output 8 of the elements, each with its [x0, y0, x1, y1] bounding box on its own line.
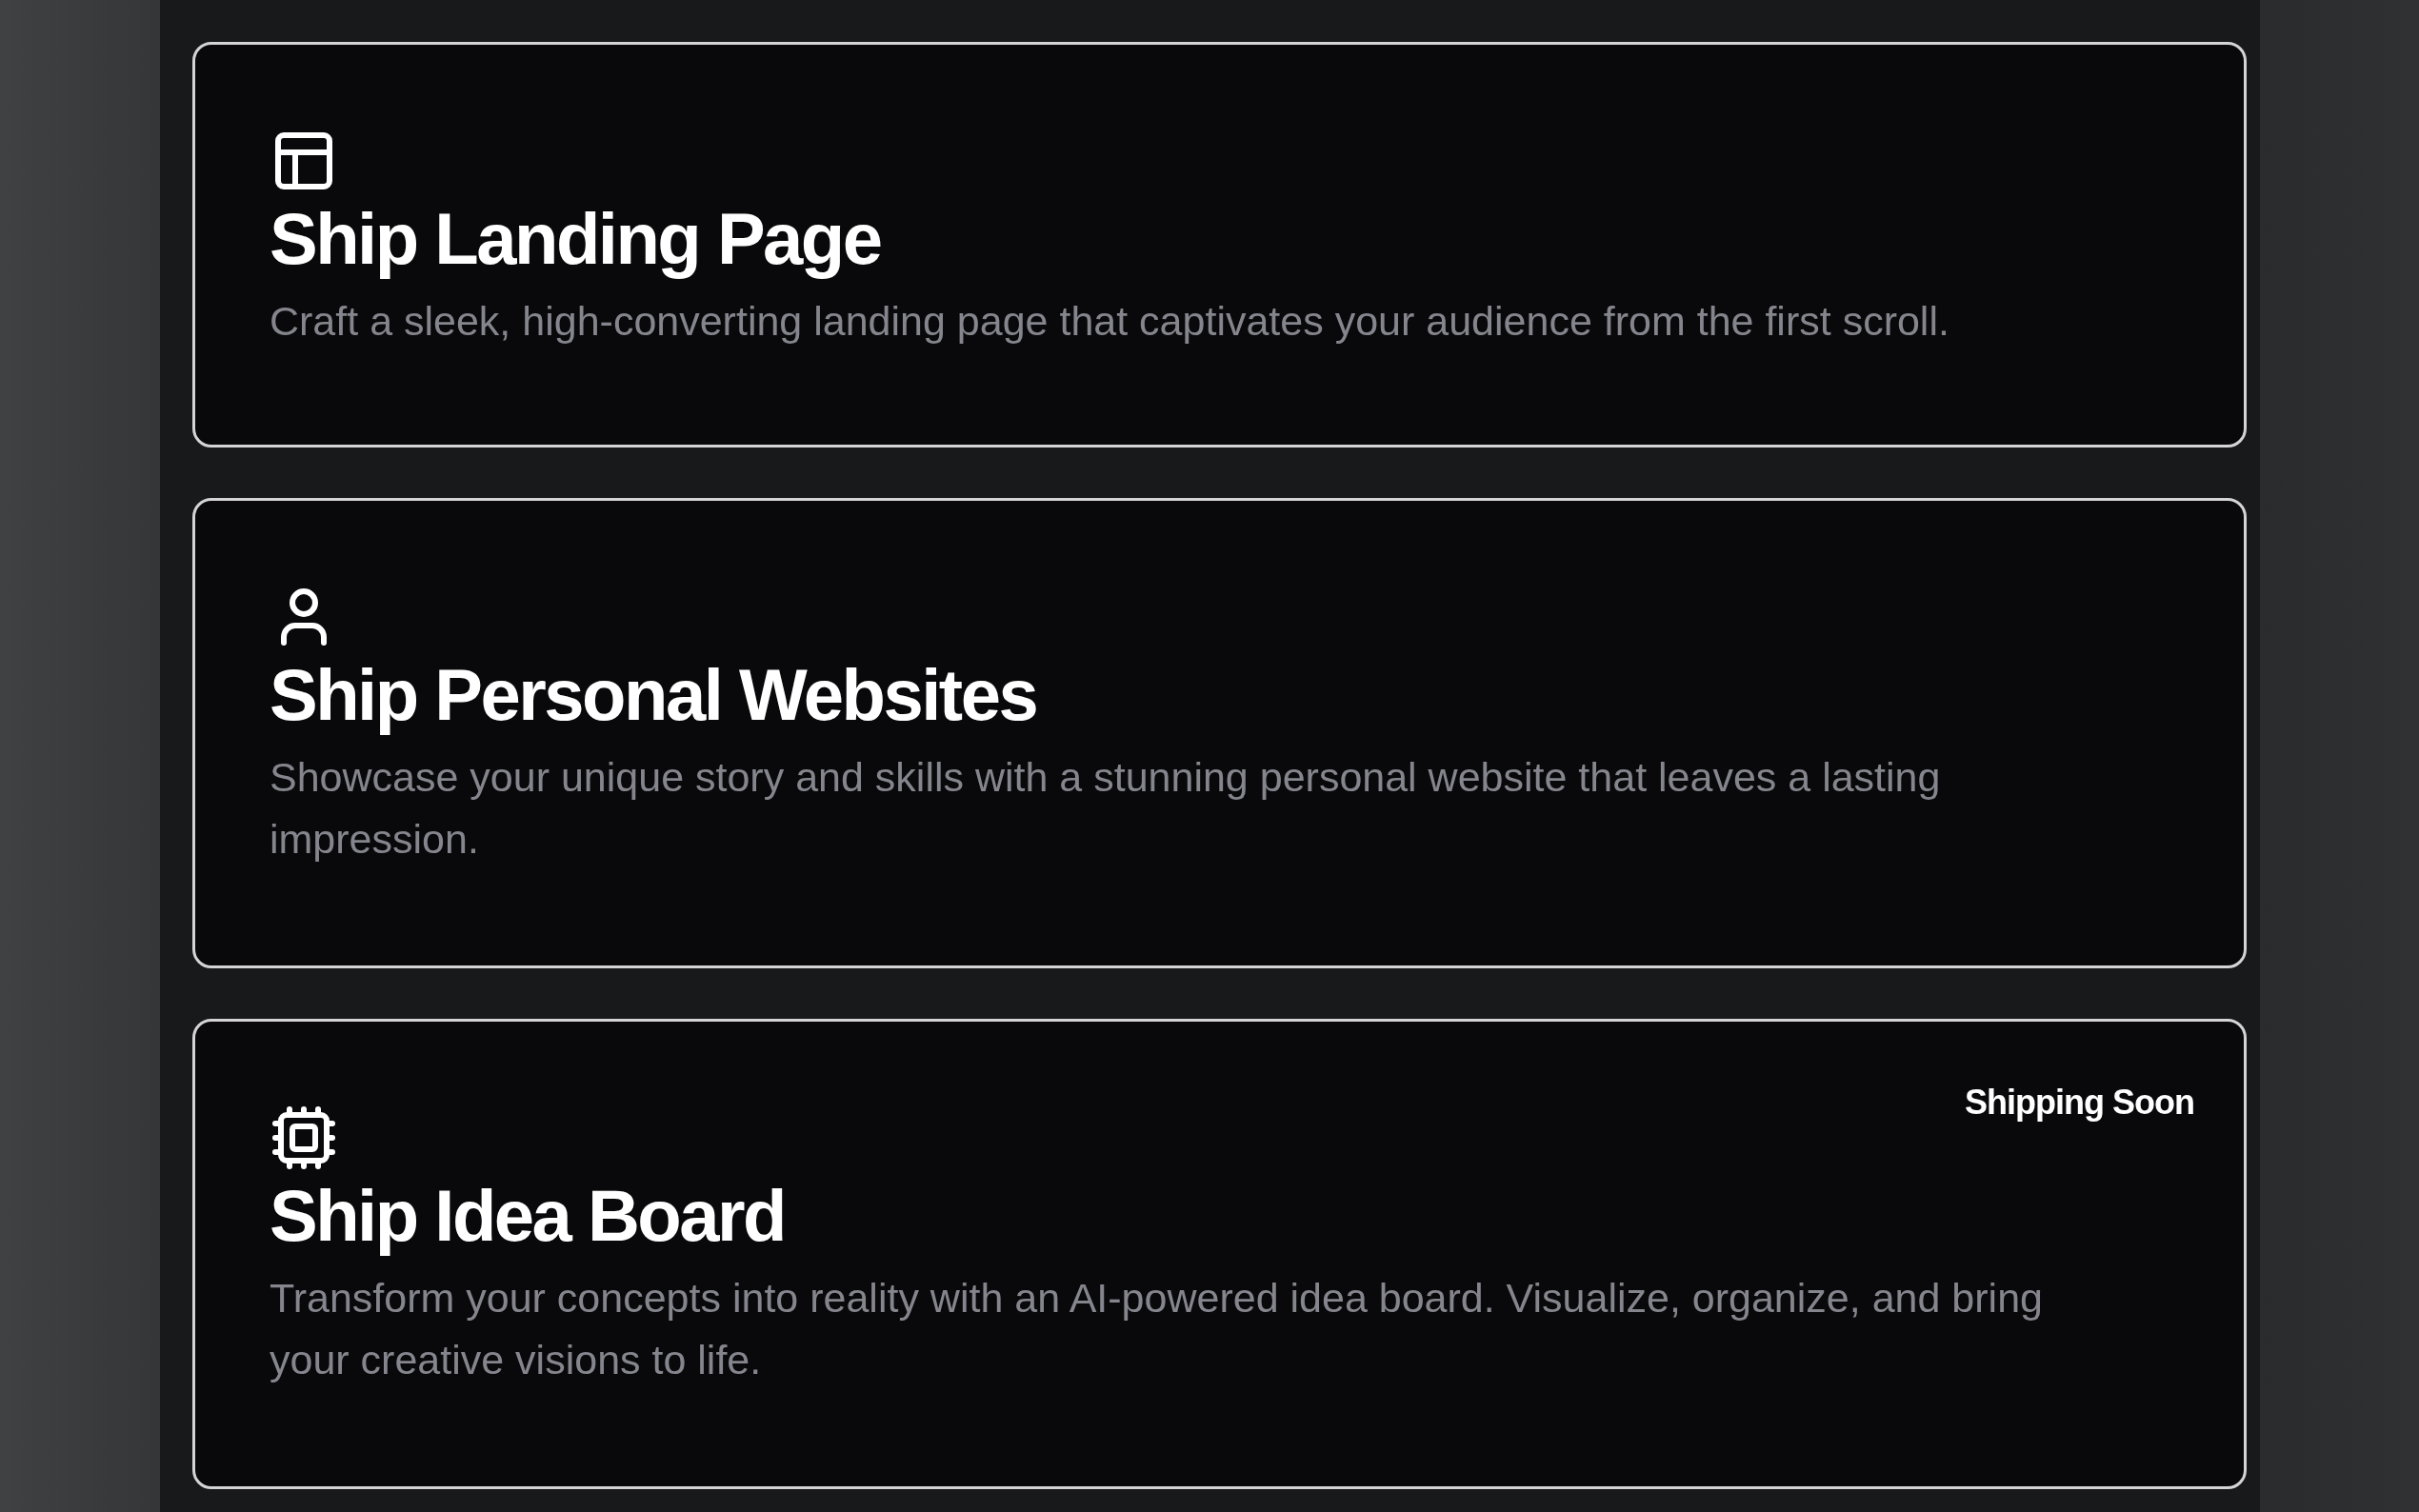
card-description: Showcase your unique story and skills with a stunning personal website that leaves a lasting impression. [270, 752, 1942, 864]
card-title: Ship Landing Page [270, 199, 882, 279]
card-description: Craft a sleek, high-converting landing page that captivates your audience from the first scroll. [270, 296, 1950, 346]
status-label: Shipping Soon [1965, 1083, 2194, 1123]
chip-icon [270, 1104, 338, 1172]
card-title: Ship Idea Board [270, 1176, 787, 1256]
card-description: Transform your concepts into reality with an AI-powered idea board. Visualize, organize, and bring your creative visions to life. [270, 1273, 2044, 1384]
card-title: Ship Personal Websites [270, 655, 1038, 735]
